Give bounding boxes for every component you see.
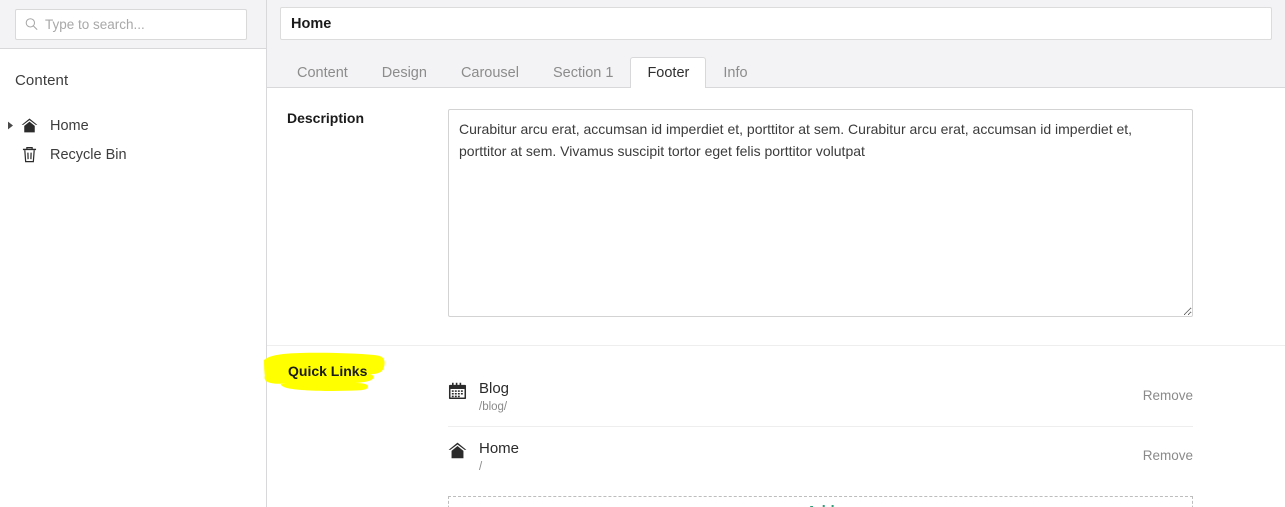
content-tree-panel: Content Home Recycle Bin [0,49,266,507]
content-tree: Home Recycle Bin [0,111,266,169]
search-input[interactable] [16,9,246,39]
remove-link-button[interactable]: Remove [1143,439,1193,463]
node-name-input[interactable] [280,7,1272,40]
quick-link-texts: Home / [479,439,1143,475]
tab-design[interactable]: Design [365,57,444,88]
trash-icon [18,146,40,163]
quick-link-texts: Blog /blog/ [479,379,1143,415]
sidebar-search-bar [0,0,266,49]
tab-content[interactable]: Content [280,57,365,88]
tab-footer[interactable]: Footer [630,57,707,88]
quick-link-name: Home [479,440,520,457]
quick-link-url: /blog/ [479,401,508,413]
quick-link-name: Blog [479,380,510,397]
home-icon [18,118,40,133]
node-header [267,0,1285,49]
tree-item-home[interactable]: Home [0,111,266,140]
add-link-button[interactable]: Add [448,496,1193,507]
search-icon [25,18,38,31]
quick-link-row[interactable]: Home / Remove [448,427,1193,486]
tab-section-1[interactable]: Section 1 [536,57,630,88]
quick-links-control: Blog /blog/ Remove Home / Remove [448,367,1285,507]
tree-item-label: Home [50,117,89,134]
remove-link-button[interactable]: Remove [1143,379,1193,403]
home-icon [448,439,479,459]
expand-caret-icon[interactable] [2,121,18,130]
property-quick-links: Blog /blog/ Remove Home / Remove [267,346,1285,507]
calendar-icon [448,379,479,400]
description-textarea[interactable] [448,109,1193,317]
description-control [448,109,1285,322]
tree-item-label: Recycle Bin [50,146,127,163]
tab-content-area: Description Curabitur arcu erat, accumsa… [267,88,1285,507]
content-sidebar: Content Home [0,0,267,507]
quick-links-list: Blog /blog/ Remove Home / Remove [448,367,1193,486]
tab-info[interactable]: Info [706,57,764,88]
main-panel: Content Design Carousel Section 1 Footer… [267,0,1285,507]
description-label: Description [287,110,365,126]
backoffice-app: Content Home [0,0,1285,507]
quick-link-row[interactable]: Blog /blog/ Remove [448,367,1193,427]
tree-item-recycle-bin[interactable]: Recycle Bin [0,140,266,169]
property-description: Description [267,88,1285,322]
quick-link-url: / [479,461,483,473]
tree-header: Content [15,72,69,89]
tab-strip: Content Design Carousel Section 1 Footer… [267,49,1285,88]
search-box[interactable] [15,8,247,40]
quick-links-label-cell [267,367,448,507]
tab-carousel[interactable]: Carousel [444,57,536,88]
